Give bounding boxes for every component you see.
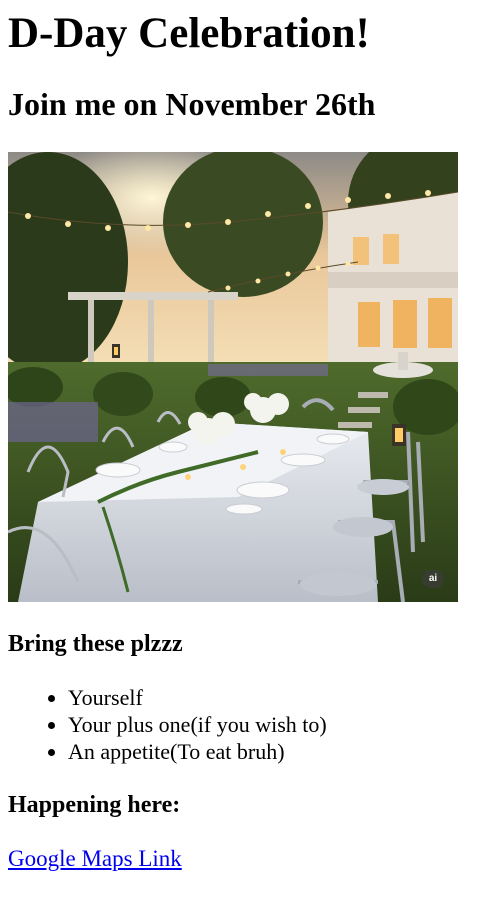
bring-list: Yourself Your plus one(if you wish to) A…	[8, 684, 469, 765]
bring-list-heading: Bring these plzzz	[8, 630, 183, 657]
event-date-heading: Join me on November 26th	[8, 86, 376, 123]
page: D-Day Celebration! Join me on November 2…	[0, 0, 477, 880]
garden-dinner-illustration	[8, 151, 458, 602]
list-item: An appetite(To eat bruh)	[68, 738, 469, 765]
google-maps-link[interactable]: Google Maps Link	[8, 846, 182, 872]
event-photo: ai	[8, 151, 458, 602]
list-item: Yourself	[68, 684, 469, 711]
list-item: Your plus one(if you wish to)	[68, 711, 469, 738]
location-heading: Happening here:	[8, 792, 181, 819]
page-title: D-Day Celebration!	[8, 10, 370, 57]
ai-badge: ai	[422, 569, 444, 588]
